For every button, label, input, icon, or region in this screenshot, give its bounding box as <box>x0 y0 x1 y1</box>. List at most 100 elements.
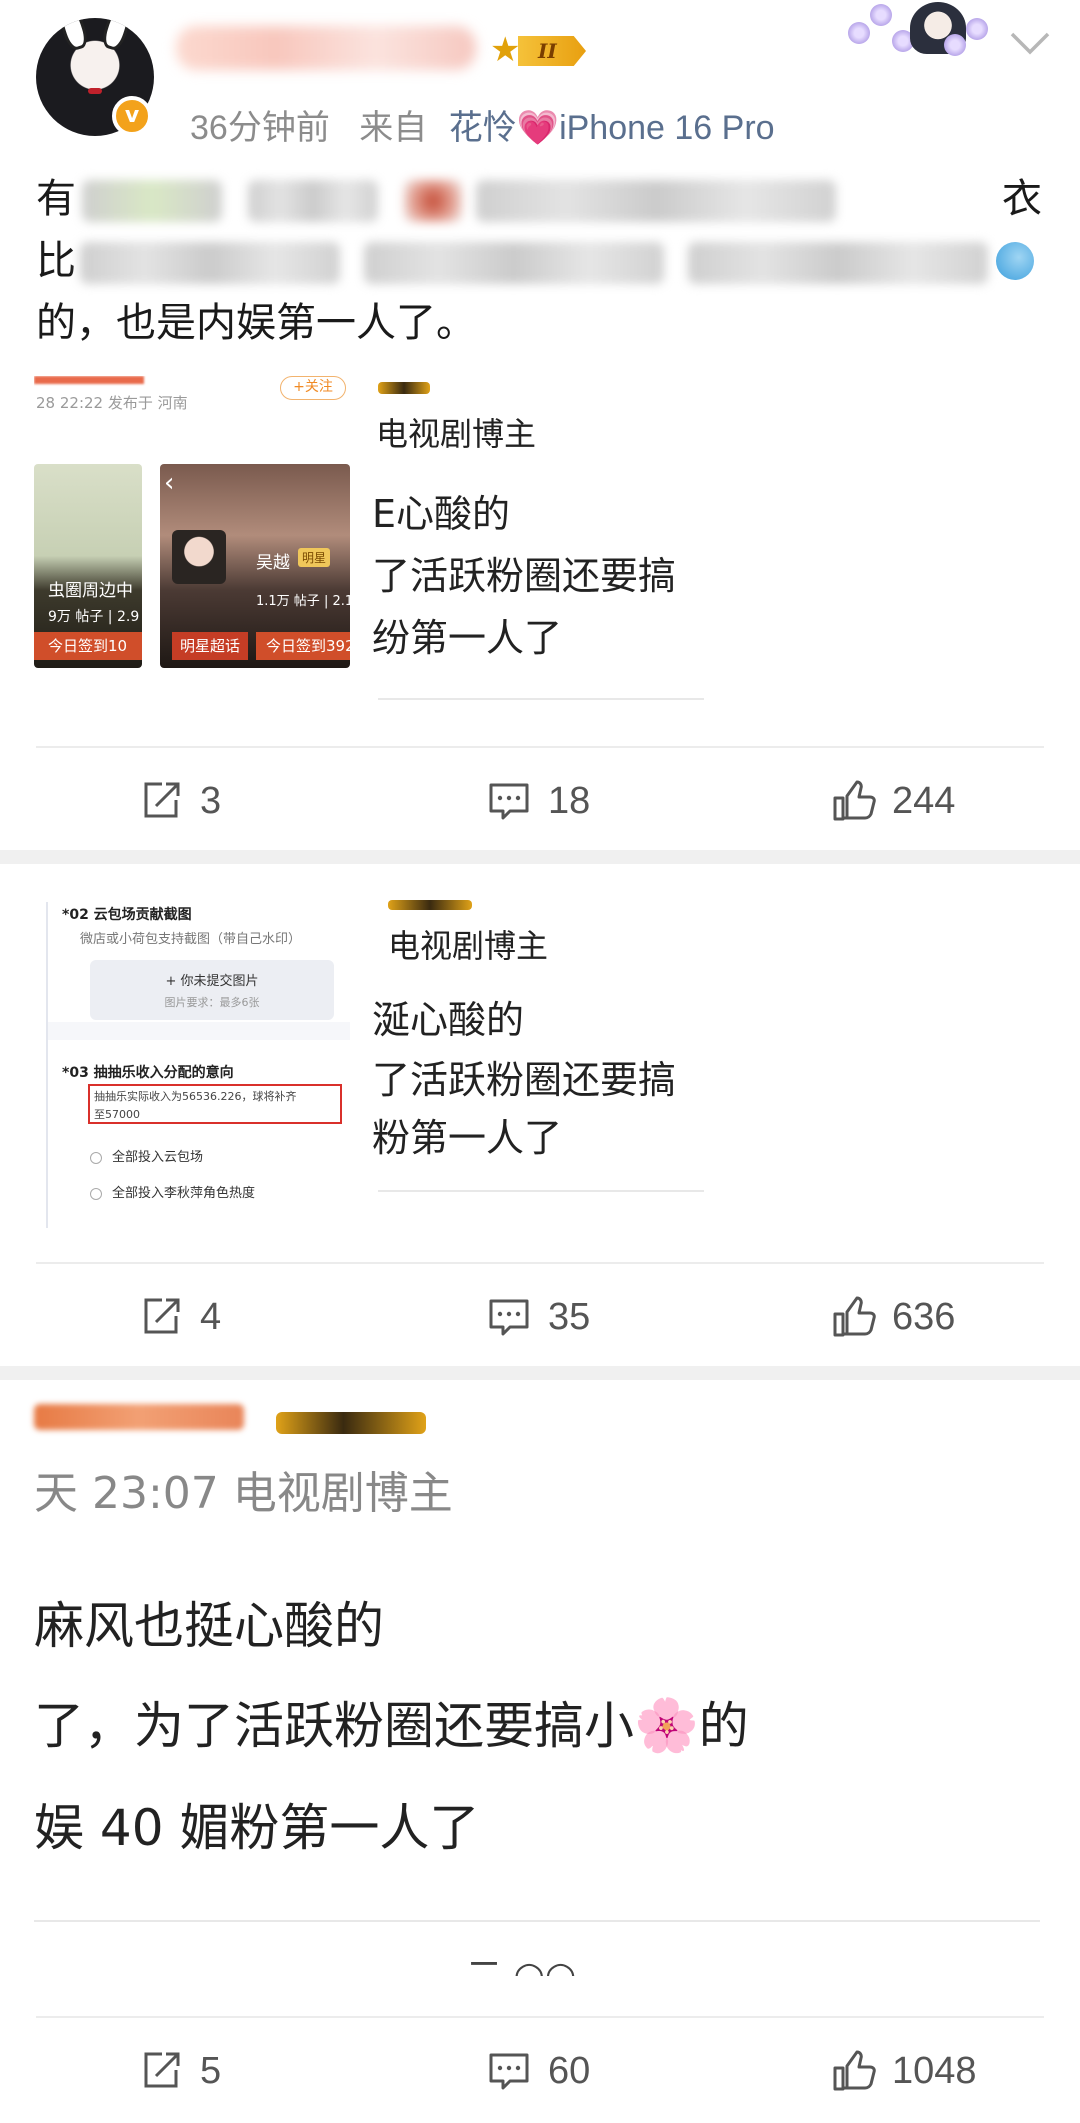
comment-icon <box>489 1299 529 1336</box>
actions3-divider <box>36 2016 1044 2018</box>
tile-b-sign-left: 明星超话 <box>172 632 248 660</box>
avatar-ear-left <box>55 18 91 53</box>
device-name[interactable]: 花怜💗iPhone 16 Pro <box>449 109 775 147</box>
like-button[interactable]: 636 <box>830 1282 955 1352</box>
actions1-divider <box>36 746 1044 748</box>
comment-icon <box>489 2053 529 2090</box>
post-meta: 36分钟前 来自 花怜💗iPhone 16 Pro <box>190 100 775 149</box>
collage1-time: 28 22:22 发布于 河南 <box>36 394 188 412</box>
collage1-badge-cut <box>378 382 430 394</box>
collage3-badge-cut <box>276 1412 426 1434</box>
collage1-line-2: 了活跃粉圈还要搞 <box>372 554 677 598</box>
tile-a-name: 虫圈周边中 <box>48 581 133 601</box>
upload-box[interactable]: + 你未提交图片 图片要求：最多6张 <box>90 960 334 1020</box>
comment-button[interactable]: 60 <box>486 2036 590 2106</box>
share-button[interactable]: 3 <box>138 766 221 836</box>
follow-button[interactable]: +关注 <box>280 376 346 400</box>
comment-icon <box>489 783 529 820</box>
action-bar-3: 5 60 1048 <box>0 2036 1080 2106</box>
comment-count: 35 <box>548 1295 591 1338</box>
avatar-decoration <box>840 0 1000 58</box>
like-count: 636 <box>892 1295 956 1338</box>
share-count: 3 <box>200 779 222 822</box>
share-icon <box>144 782 180 818</box>
like-button[interactable]: 244 <box>830 766 955 836</box>
collage3-line-2: 了，为了活跃粉圈还要搞小🌸的 <box>34 1696 749 1756</box>
post-body: 有衣 比 的，也是内娱第一人了。 <box>36 168 1046 354</box>
embedded-form-screenshot[interactable]: *02 云包场贡献截图 微店或小荷包支持截图（带自己水印） + 你未提交图片 图… <box>46 902 350 1228</box>
collage3-line-1: 麻风也挺心酸的 <box>34 1597 384 1655</box>
tile-b-portrait <box>172 530 226 584</box>
collage1-tile-a[interactable]: 虫圈周边中 9万 帖子 | 2.9 今日签到10 <box>34 464 142 668</box>
comment-count: 18 <box>548 779 591 822</box>
collage2-divider <box>378 1190 704 1192</box>
collage3-cut-counts: 二 ○○ <box>466 1962 576 1976</box>
collage3-divider <box>34 1920 1040 1922</box>
post-line-3: 的，也是内娱第一人了。 <box>36 300 476 346</box>
tile-b-sign: 今日签到392 <box>256 632 350 660</box>
tile-a-stat: 9万 帖子 | 2.9 <box>48 609 140 625</box>
like-icon <box>833 780 876 821</box>
form-q2-title: *02 云包场贡献截图 <box>62 907 192 923</box>
share-button[interactable]: 4 <box>138 1282 221 1352</box>
avatar-lips <box>88 88 102 94</box>
like-icon <box>833 2050 876 2091</box>
level-badge[interactable]: ★ II <box>490 30 590 70</box>
upload-label: + 你未提交图片 <box>165 974 259 989</box>
highlight-line-2: 至57000 <box>94 1108 140 1121</box>
like-count: 1048 <box>892 2049 977 2092</box>
sweat-emoji-icon <box>996 242 1034 280</box>
actions2-divider <box>36 1262 1044 1264</box>
collage1-line-3: 纷第一人了 <box>372 616 563 660</box>
share-icon <box>144 1298 180 1334</box>
post-time: 36分钟前 <box>190 109 330 147</box>
collage1-divider <box>378 698 704 700</box>
collage2-badge-cut <box>388 900 472 910</box>
form-q2-hint: 微店或小荷包支持截图（带自己水印） <box>80 932 302 947</box>
collage2-line-2: 了活跃粉圈还要搞 <box>372 1058 677 1102</box>
action-bar-1: 3 18 244 <box>0 766 1080 836</box>
action-bar-2: 4 35 636 <box>0 1282 1080 1352</box>
chevron-down-icon[interactable] <box>1008 28 1052 58</box>
highlight-box: 抽抽乐实际收入为56536.226，球将补齐 至57000 <box>88 1084 342 1124</box>
verified-icon: v <box>112 96 152 136</box>
collage1-role: 电视剧博主 <box>376 415 537 453</box>
collage2-line-3: 粉第一人了 <box>372 1116 563 1160</box>
collage2-line-1: 涎心酸的 <box>372 998 525 1042</box>
comment-button[interactable]: 35 <box>486 1282 590 1352</box>
share-icon <box>144 2052 180 2088</box>
username-redacted[interactable] <box>176 26 476 70</box>
post-gap-2 <box>0 1366 1080 1380</box>
radio-option-2[interactable]: 全部投入李秋萍角色热度 <box>90 1182 255 1201</box>
avatar-ear-right <box>99 18 135 53</box>
post-header: v ★ II 36分钟前 来自 花怜💗iPhone 16 Pro <box>0 0 1080 160</box>
back-chevron-icon[interactable]: ‹ <box>164 468 174 498</box>
comment-button[interactable]: 18 <box>486 766 590 836</box>
form-q3-title: *03 抽抽乐收入分配的意向 <box>62 1065 234 1081</box>
share-count: 5 <box>200 2049 222 2092</box>
collage3-line-3: 娱 40 媚粉第一人了 <box>34 1799 480 1857</box>
cherry-blossom-icon: 🌸 <box>634 1696 699 1756</box>
tile-b-name: 吴越 <box>256 553 290 573</box>
like-button[interactable]: 1048 <box>830 2036 977 2106</box>
collage3-time-line: 天 23:07 电视剧博主 <box>34 1468 453 1519</box>
collage1-tile-b[interactable]: ‹ 吴越 明星 1.1万 帖子 | 2.1 明星超话 今日签到392 <box>160 464 350 668</box>
share-count: 4 <box>200 1295 222 1338</box>
level-label: II <box>518 36 586 66</box>
tile-b-stat: 1.1万 帖子 | 2.1 <box>256 594 350 609</box>
source-label: 来自 <box>359 109 428 147</box>
comment-count: 60 <box>548 2049 591 2092</box>
post-line-1: 有衣 <box>36 176 1042 222</box>
upload-hint: 图片要求：最多6张 <box>164 996 260 1009</box>
collage2-role: 电视剧博主 <box>388 927 549 965</box>
collage3-name-cut <box>34 1404 244 1430</box>
post-gap-1 <box>0 850 1080 864</box>
tile-b-tag: 明星 <box>298 548 331 567</box>
like-icon <box>833 1296 876 1337</box>
collage1-line-1: E心酸的 <box>372 492 511 536</box>
radio-option-1[interactable]: 全部投入云包场 <box>90 1146 203 1165</box>
embedded-screenshot-1[interactable]: 28 22:22 发布于 河南 +关注 <box>34 376 350 412</box>
share-button[interactable]: 5 <box>138 2036 221 2106</box>
highlight-line-1: 抽抽乐实际收入为56536.226，球将补齐 <box>94 1090 297 1103</box>
post-line-2: 比 <box>36 230 1046 292</box>
